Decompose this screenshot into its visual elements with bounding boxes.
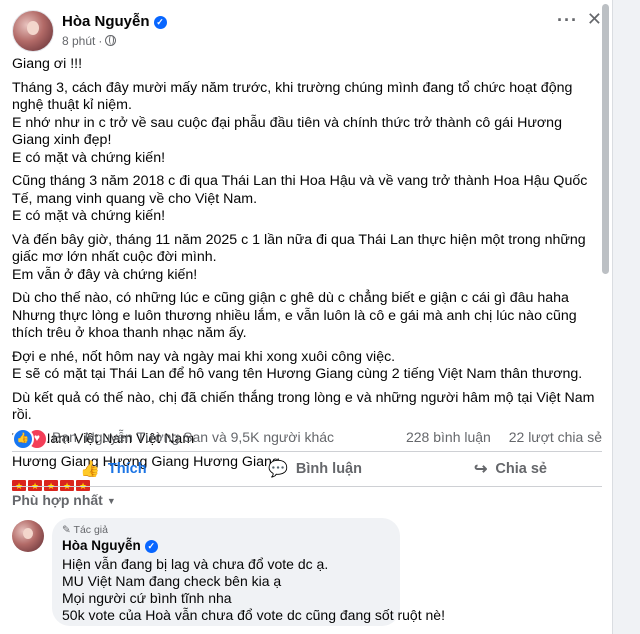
- share-count[interactable]: 22 lượt chia sẻ: [509, 429, 602, 445]
- comment-line: Mọi người cứ bình tĩnh nha: [62, 590, 232, 606]
- post-line: E nhớ như in c trở về sau cuộc đại phẫu …: [12, 114, 562, 149]
- reaction-bar: 👍 ♥ Bạn, Nguyễn Tường San và 9,5K người …: [12, 428, 602, 450]
- comment-text: Hiện vẫn đang bị lag và chưa đổ vote dc …: [62, 556, 445, 624]
- post-time[interactable]: 8 phút: [62, 34, 95, 48]
- chevron-down-icon: ▼: [106, 496, 116, 506]
- post-card: Hòa Nguyễn ✓ 8 phút · ··· ✕ Giang ơi !!! Th…: [0, 0, 613, 634]
- post-meta: 8 phút ·: [62, 34, 117, 48]
- comment-avatar[interactable]: [12, 520, 44, 552]
- author-badge-label: Tác giả: [73, 524, 108, 536]
- post-line: Đợi e nhé, nốt hôm nay và ngày mai khi x…: [12, 348, 396, 365]
- close-icon[interactable]: ✕: [587, 9, 602, 30]
- more-options-icon[interactable]: ···: [557, 10, 578, 31]
- post-line: Dù kết quả có thế nào, chị đã chiến thắn…: [12, 389, 595, 424]
- comment-filter-dropdown[interactable]: Phù hợp nhất ▼: [12, 492, 116, 508]
- post-line: Và đến bây giờ, tháng 11 năm 2025 c 1 lầ…: [12, 231, 586, 266]
- verified-badge-icon: ✓: [153, 16, 167, 29]
- post-line: Em vẫn ở đây và chứng kiến!: [12, 266, 198, 283]
- author-avatar[interactable]: [12, 10, 54, 52]
- comment-icon: 💬: [268, 461, 288, 478]
- post-paragraph: Tháng 3, cách đây mười mấy năm trước, kh…: [12, 80, 602, 168]
- post-line: E có mặt và chứng kiến!: [12, 149, 166, 166]
- post-paragraph: Giang ơi !!!: [12, 56, 602, 74]
- comment-bubble: ✎ Tác giả Hòa Nguyễn ✓ Hiện vẫn đang bị l…: [52, 518, 445, 626]
- post-line: Tháng 3, cách đây mười mấy năm trước, kh…: [12, 79, 573, 114]
- like-button[interactable]: 👍 Thích: [80, 454, 147, 484]
- post-line: Cũng tháng 3 năm 2018 c đi qua Thái Lan …: [12, 173, 588, 207]
- comment-line: Hiện vẫn đang bị lag và chưa đổ vote dc …: [62, 556, 329, 572]
- reaction-summary[interactable]: Bạn, Nguyễn Tường San và 9,5K người khác: [52, 429, 334, 445]
- post-stats: 228 bình luận 22 lượt chia sẻ: [392, 429, 602, 445]
- post-paragraph: Dù cho thế nào, có những lúc e cũng giận…: [12, 290, 602, 343]
- post-line: E sẽ có mặt tại Thái Lan để hô vang tên …: [12, 366, 583, 382]
- verified-badge-icon: ✓: [144, 540, 158, 553]
- post-paragraph: Dù kết quả có thế nào, chị đã chiến thắn…: [12, 390, 602, 425]
- comment-button[interactable]: 💬 Bình luận: [268, 454, 362, 484]
- comment-line: 50k vote của Hoà vẫn chưa đổ vote dc cũn…: [62, 607, 445, 623]
- globe-icon: [105, 35, 117, 46]
- comment-label: Bình luận: [295, 461, 362, 477]
- comment-author-text[interactable]: Hòa Nguyễn: [62, 538, 141, 553]
- share-label: Chia sẻ: [495, 461, 547, 477]
- like-reaction-icon[interactable]: 👍: [12, 428, 34, 450]
- post-paragraph: Đợi e nhé, nốt hôm nay và ngày mai khi x…: [12, 349, 602, 384]
- divider: [12, 451, 602, 452]
- post-line: E có mặt và chứng kiến!: [12, 208, 166, 224]
- author-name[interactable]: Hòa Nguyễn ✓: [62, 13, 167, 30]
- pencil-icon: ✎: [62, 524, 71, 536]
- like-label: Thích: [107, 461, 147, 477]
- divider: [12, 486, 602, 487]
- scrollbar-track[interactable]: [613, 0, 640, 634]
- share-icon: ↪: [474, 461, 488, 478]
- post-paragraph: Cũng tháng 3 năm 2018 c đi qua Thái Lan …: [12, 173, 602, 226]
- thumbs-up-icon: 👍: [80, 461, 100, 478]
- comment-line: MU Việt Nam đang check bên kia ạ: [62, 573, 282, 589]
- post-header: Hòa Nguyễn ✓ 8 phút · ··· ✕: [12, 9, 602, 54]
- filter-label: Phù hợp nhất: [12, 492, 103, 508]
- share-button[interactable]: ↪ Chia sẻ: [474, 454, 547, 484]
- post-line: Giang ơi !!!: [12, 56, 83, 72]
- author-badge: ✎ Tác giả: [62, 524, 108, 536]
- comment-count[interactable]: 228 bình luận: [406, 429, 491, 445]
- action-bar: 👍 Thích 💬 Bình luận ↪ Chia sẻ: [12, 454, 602, 484]
- comment-author[interactable]: Hòa Nguyễn ✓: [62, 538, 158, 553]
- post-line: Nhưng thực lòng e luôn thương nhiều lắm,…: [12, 307, 577, 342]
- scrollbar-thumb[interactable]: [602, 4, 609, 274]
- author-name-text[interactable]: Hòa Nguyễn: [62, 13, 150, 30]
- post-paragraph: Và đến bây giờ, tháng 11 năm 2025 c 1 lầ…: [12, 232, 602, 285]
- post-line: Dù cho thế nào, có những lúc e cũng giận…: [12, 290, 569, 306]
